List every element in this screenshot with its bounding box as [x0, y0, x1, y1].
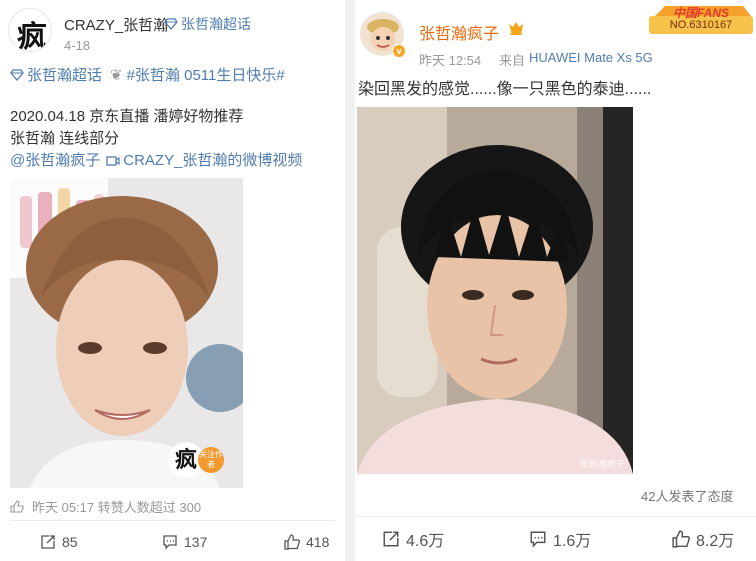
photo-watermark: 张哲瀚疯子 [579, 459, 625, 469]
like-count: 418 [306, 534, 330, 550]
photo-image [357, 107, 633, 474]
comment-count: 1.6万 [553, 533, 592, 550]
comment-count: 137 [184, 534, 208, 550]
repost-count: 4.6万 [406, 533, 445, 550]
verified-icon: v [392, 44, 406, 58]
post-photo[interactable]: 张哲瀚疯子 [357, 107, 633, 474]
post-footer: 昨天 05:17 转赞人数超过 300 [10, 497, 201, 516]
video-link[interactable]: CRAZY_张哲瀚的微博视频 [123, 150, 302, 172]
crown-icon [507, 20, 525, 41]
video-icon [106, 156, 120, 166]
post-text: 染回黑发的感觉......像一只黑色的泰迪...... [358, 81, 652, 98]
like-icon [672, 530, 690, 548]
follow-author-badge[interactable]: 疯 关注作者 [168, 440, 232, 480]
repost-count: 85 [62, 534, 78, 550]
fans-number: NO.6310167 [669, 19, 733, 31]
comment-button[interactable]: 1.6万 [529, 527, 591, 551]
fans-badge: 中国FANS NO.6310167 [645, 2, 755, 36]
hashtag-link[interactable]: #张哲瀚 0511生日快乐# [127, 64, 285, 85]
post-date: 4-18 [64, 38, 91, 53]
divider [355, 516, 756, 517]
video-thumbnail[interactable]: 疯 关注作者 [10, 178, 243, 488]
post-text-line2: 张哲瀚 连线部分 [10, 130, 120, 147]
left-post: 疯 CRAZY_张哲瀚 张哲瀚超话 4-18 张哲瀚超话 ❦ #张哲瀚 0511… [0, 0, 345, 561]
repost-button[interactable]: 4.6万 [382, 527, 444, 551]
comment-button[interactable]: 137 [162, 534, 207, 550]
source-device[interactable]: HUAWEI Mate Xs 5G [529, 50, 653, 65]
like-button[interactable]: 418 [284, 534, 329, 550]
avatar[interactable]: 疯 [8, 8, 52, 52]
repost-icon [383, 531, 399, 547]
bunny-icon: ❦ [110, 66, 123, 84]
tag-line: 张哲瀚超话 ❦ #张哲瀚 0511生日快乐# [10, 64, 285, 85]
follow-author-label: 关注作者 [198, 447, 224, 473]
topic-tag-link[interactable]: 张哲瀚超话 [27, 64, 102, 85]
diamond-icon [10, 68, 24, 81]
footer-text: 昨天 05:17 转赞人数超过 300 [32, 500, 202, 515]
thumb-icon [10, 500, 24, 513]
repost-button[interactable]: 85 [40, 534, 78, 550]
source-prefix: 来自 [499, 53, 526, 68]
comment-icon [530, 531, 546, 548]
super-topic-label: 张哲瀚超话 [181, 16, 251, 32]
link-line: @张哲瀚疯子 CRAZY_张哲瀚的微博视频 [10, 150, 302, 172]
like-icon [284, 534, 300, 550]
post-time: 昨天 12:54 [419, 53, 482, 68]
like-count: 8.2万 [696, 533, 735, 550]
author-name[interactable]: CRAZY_张哲瀚 [64, 14, 168, 35]
right-post: v 张哲瀚疯子 中国FANS NO.6310167 昨天 12:54 来自 HU… [355, 0, 756, 561]
super-topic-badge[interactable]: 张哲瀚超话 [164, 14, 251, 34]
comment-icon [163, 535, 177, 550]
author-name[interactable]: 张哲瀚疯子 [419, 20, 499, 44]
mention-link[interactable]: @张哲瀚疯子 [10, 150, 100, 172]
attitude-count[interactable]: 42人发表了态度 [641, 486, 733, 505]
repost-icon [41, 535, 55, 549]
post-text-line1: 2020.04.18 京东直播 潘婷好物推荐 [10, 108, 244, 125]
avatar-logo-text: 疯 [17, 20, 47, 52]
panel-separator [345, 0, 355, 561]
like-button[interactable]: 8.2万 [672, 527, 734, 551]
divider [10, 520, 335, 521]
diamond-icon [164, 18, 178, 30]
